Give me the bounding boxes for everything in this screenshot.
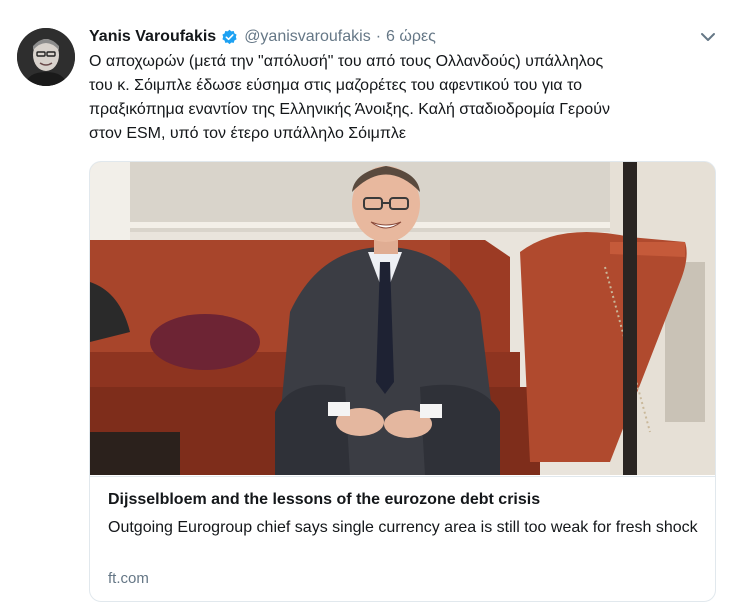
author-handle[interactable]: @yanisvaroufakis <box>244 28 371 46</box>
avatar-photo <box>17 28 75 86</box>
tweet-timestamp[interactable]: 6 ώρες <box>386 28 436 46</box>
tweet-text: Ο αποχωρών (μετά την "απόλυσή" του από τ… <box>89 53 610 142</box>
card-photo <box>90 162 715 475</box>
author-name[interactable]: Yanis Varoufakis <box>89 28 216 46</box>
card-domain: ft.com <box>108 570 149 587</box>
author-avatar[interactable] <box>17 28 75 86</box>
card-title[interactable]: Dijsselbloem and the lessons of the euro… <box>108 489 698 511</box>
link-card[interactable]: Dijsselbloem and the lessons of the euro… <box>89 161 716 602</box>
card-description: Outgoing Eurogroup chief says single cur… <box>108 519 698 536</box>
verified-badge-icon <box>221 29 238 46</box>
card-body[interactable]: Dijsselbloem and the lessons of the euro… <box>90 476 715 601</box>
tweet-header: Yanis Varoufakis @yanisvaroufakis · 6 ώρ… <box>89 26 695 48</box>
separator-dot: · <box>375 28 382 45</box>
card-image <box>90 162 715 475</box>
chevron-down-icon[interactable] <box>699 30 717 44</box>
tweet[interactable]: Yanis Varoufakis @yanisvaroufakis · 6 ώρ… <box>0 0 735 614</box>
